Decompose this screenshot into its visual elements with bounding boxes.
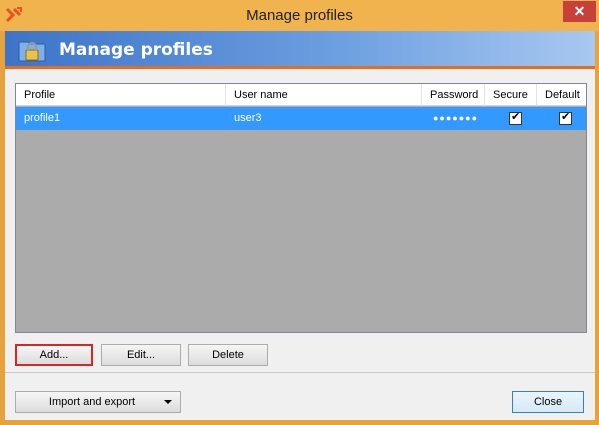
- window-title: Manage profiles: [246, 7, 353, 24]
- column-header-secure[interactable]: Secure: [485, 84, 537, 106]
- default-checkbox[interactable]: [559, 110, 572, 125]
- import-export-button[interactable]: Import and export: [15, 391, 181, 413]
- close-button[interactable]: Close: [512, 391, 584, 413]
- profile-cell: profile1: [24, 112, 61, 124]
- delete-button[interactable]: Delete: [188, 344, 268, 366]
- password-cell: ●●●●●●●: [433, 113, 479, 123]
- divider: [5, 372, 595, 373]
- column-header-password[interactable]: Password: [422, 84, 485, 106]
- chevron-down-icon: [164, 400, 172, 404]
- manage-profiles-window: Manage profiles ✕ Manage profiles Profil…: [0, 0, 599, 425]
- folder-lock-icon: [18, 41, 46, 62]
- import-export-label: Import and export: [48, 396, 136, 408]
- user-name-cell: user3: [234, 112, 262, 124]
- dialog-body: Manage profiles Profile User name Passwo…: [5, 31, 595, 420]
- column-header-default[interactable]: Default: [537, 84, 586, 106]
- secure-checkbox[interactable]: [509, 110, 522, 125]
- header-banner: Manage profiles: [5, 31, 595, 69]
- window-close-button[interactable]: ✕: [563, 1, 596, 22]
- edit-button[interactable]: Edit...: [101, 344, 181, 366]
- title-bar[interactable]: Manage profiles ✕: [0, 0, 599, 31]
- profiles-list[interactable]: Profile User name Password Secure Defaul…: [15, 83, 587, 333]
- column-header-profile[interactable]: Profile: [16, 84, 226, 106]
- list-header: Profile User name Password Secure Defaul…: [16, 84, 586, 106]
- column-header-user-name[interactable]: User name: [226, 84, 422, 106]
- add-button[interactable]: Add...: [15, 344, 93, 366]
- table-row[interactable]: profile1 user3 ●●●●●●●: [16, 107, 586, 130]
- header-title: Manage profiles: [59, 40, 213, 60]
